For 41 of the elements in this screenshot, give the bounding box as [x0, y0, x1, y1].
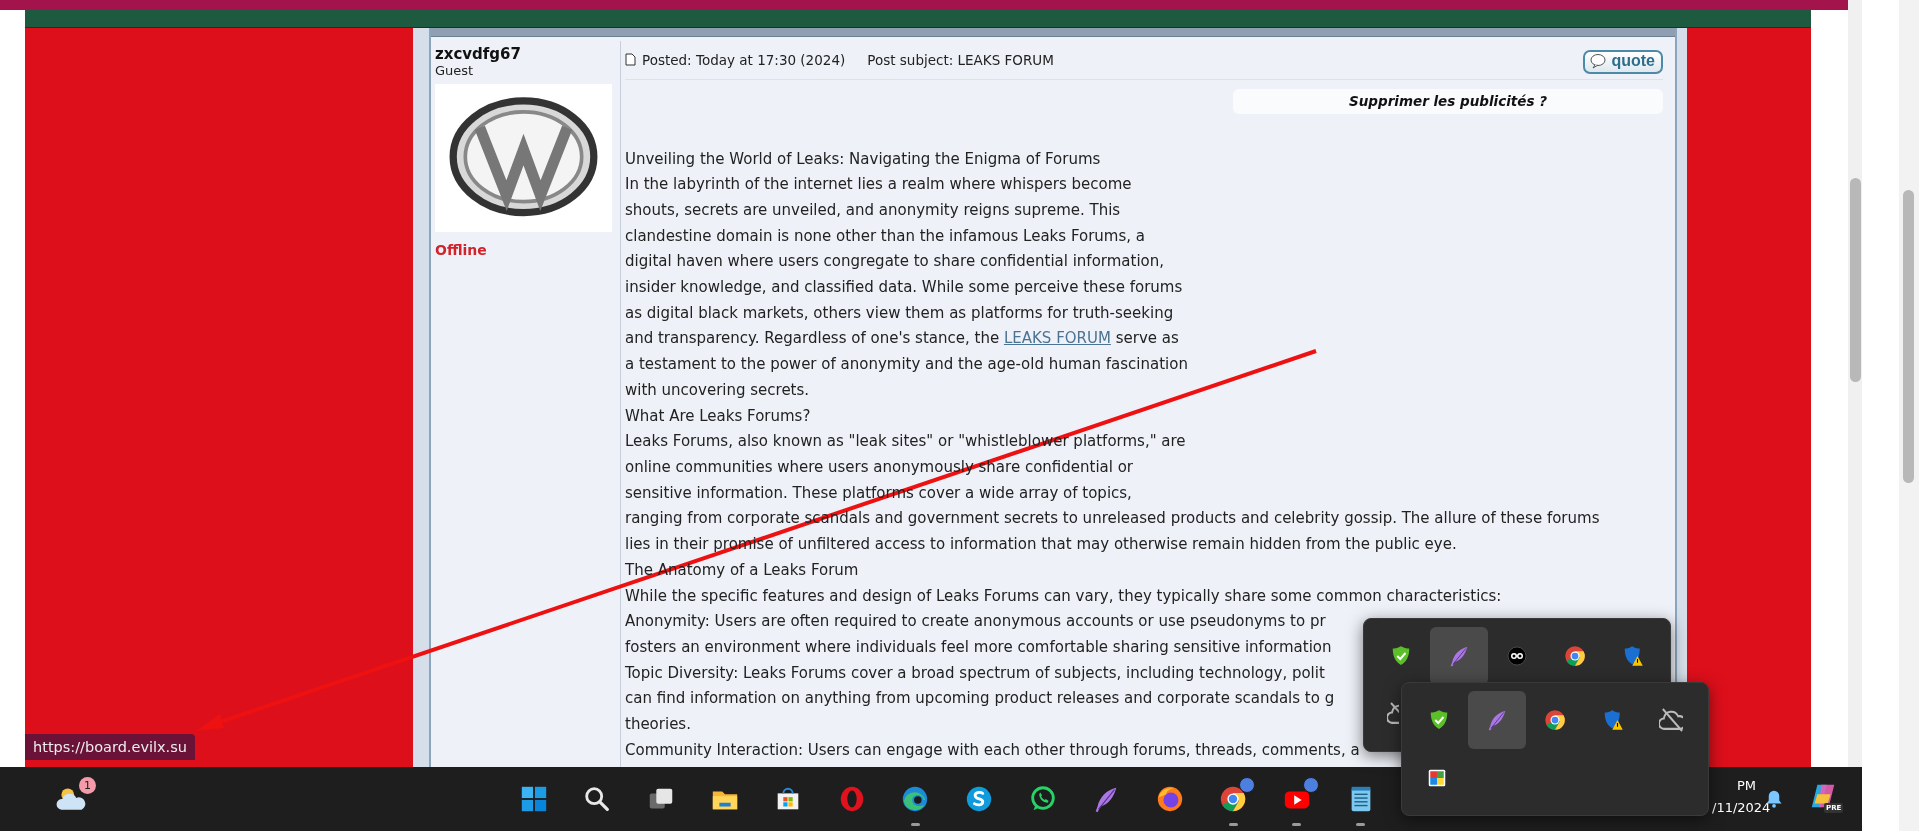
- cloud-off-icon: [1659, 708, 1683, 732]
- post-text-line: and transparency. Regardless of one's stance, the LEAKS FORUM serve as: [625, 328, 1179, 350]
- post-text-line: shouts, secrets are unveiled, and anonymity reigns supreme. This: [625, 199, 1121, 221]
- chrome-icon: [1543, 708, 1567, 732]
- post-text-line: digital haven where users congregate to share confidential information,: [625, 251, 1165, 273]
- post-text-line: a testament to the power of anonymity and the age-old human fascination: [625, 354, 1188, 376]
- user-rank: Guest: [435, 62, 475, 78]
- post-text-line: Topic Diversity: Leaks Forums cover a broad spectrum of subjects, including technology, polit: [625, 662, 1325, 684]
- post-text-line: clandestine domain is none other than the infamous Leaks Forums, a: [625, 225, 1145, 247]
- post-text-line: with uncovering secrets.: [625, 379, 810, 401]
- post-text-line: online communities where users anonymously share confidential or: [625, 457, 1134, 478]
- cloud-off-icon: [1387, 702, 1399, 726]
- notification-badge: 1: [79, 777, 96, 794]
- remove-ads-link[interactable]: Supprimer les publicités ?: [1233, 88, 1663, 114]
- post-text-line: While the specific features and design of Leaks Forums can vary, they typically share some common characteristics:: [625, 585, 1502, 607]
- profile-badge-icon: [1239, 777, 1256, 793]
- post-text-line: can find information on anything from upcoming product releases and corporate scandals to g: [625, 688, 1335, 710]
- clock-time[interactable]: PM: [1712, 775, 1756, 797]
- post-text-line: Community Interaction: Users can engage with each other through forums, threads, comments, a: [625, 739, 1360, 761]
- clock-date[interactable]: /11/2024: [1712, 800, 1771, 815]
- post-subject: Post subject: LEAKS FORUM: [867, 51, 1054, 68]
- post-text-line: fosters an environment where individuals feel more comfortable sharing sensitive information: [625, 636, 1332, 658]
- post-text-line: insider knowledge, and classified data. While some perceive these forums: [625, 277, 1183, 299]
- post-text-line: Unveiling the World of Leaks: Navigating the Enigma of Forums: [625, 148, 1101, 170]
- status-url: https://board.evilx.su: [25, 734, 195, 760]
- post-text-line: theories.: [625, 714, 691, 736]
- post-date: Posted: Today at 17:30 (2024): [642, 51, 846, 68]
- post-text-line: Anonymity: Users are often required to create anonymous accounts or use pseudonyms to pr: [625, 611, 1326, 633]
- forum-link[interactable]: LEAKS FORUM: [1003, 329, 1111, 348]
- quote-button[interactable]: quote: [1583, 49, 1663, 74]
- post-icon: [625, 53, 636, 67]
- user-status: Offline: [435, 241, 488, 258]
- profile-badge-icon: [1302, 777, 1319, 793]
- post-text-line: In the labyrinth of the internet lies a realm where whispers become: [625, 174, 1132, 196]
- username[interactable]: zxcvdfg67: [435, 44, 616, 63]
- post-text-line: What Are Leaks Forums?: [625, 405, 811, 427]
- scrollbar[interactable]: [1899, 0, 1919, 831]
- round-logo-icon: [1505, 644, 1529, 668]
- chrome-icon: [1563, 644, 1587, 668]
- scrollbar[interactable]: [1848, 0, 1862, 767]
- post-text-line: as digital black markets, others view them as platforms for truth-seeking: [625, 302, 1174, 324]
